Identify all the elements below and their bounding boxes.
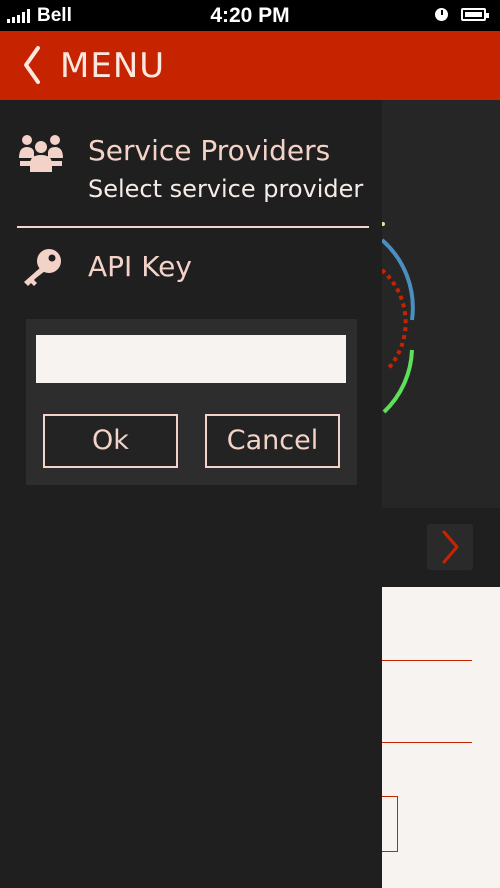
api-key-dialog: Ok Cancel — [26, 319, 357, 485]
people-group-icon — [19, 135, 63, 172]
chevron-right-icon — [442, 530, 459, 564]
alarm-clock-icon — [435, 8, 448, 21]
status-time: 4:20 PM — [210, 4, 290, 27]
ok-button[interactable]: Ok — [43, 414, 178, 468]
chevron-left-icon[interactable] — [20, 45, 50, 85]
api-key-title: API Key — [88, 250, 192, 283]
battery-icon — [461, 8, 489, 21]
gauge-arcs — [382, 222, 415, 414]
service-providers-subtitle: Select service provider — [88, 175, 364, 203]
menu-item-api-key[interactable]: API Key — [0, 228, 382, 308]
key-icon — [24, 249, 61, 286]
api-key-input[interactable] — [36, 335, 346, 383]
service-providers-title: Service Providers — [88, 134, 331, 167]
menu-item-service-providers[interactable]: Service Providers Select service provide… — [0, 100, 382, 226]
cancel-button[interactable]: Cancel — [205, 414, 340, 468]
status-bar: Bell 4:20 PM — [0, 0, 500, 31]
form-field-underline — [382, 660, 472, 661]
background-form — [382, 587, 500, 888]
page-title: MENU — [60, 46, 166, 86]
form-field-underline — [382, 742, 472, 743]
app-header: MENU — [0, 31, 500, 100]
form-box — [382, 796, 398, 852]
side-drawer: Service Providers Select service provide… — [0, 100, 382, 888]
next-button[interactable] — [427, 524, 473, 570]
